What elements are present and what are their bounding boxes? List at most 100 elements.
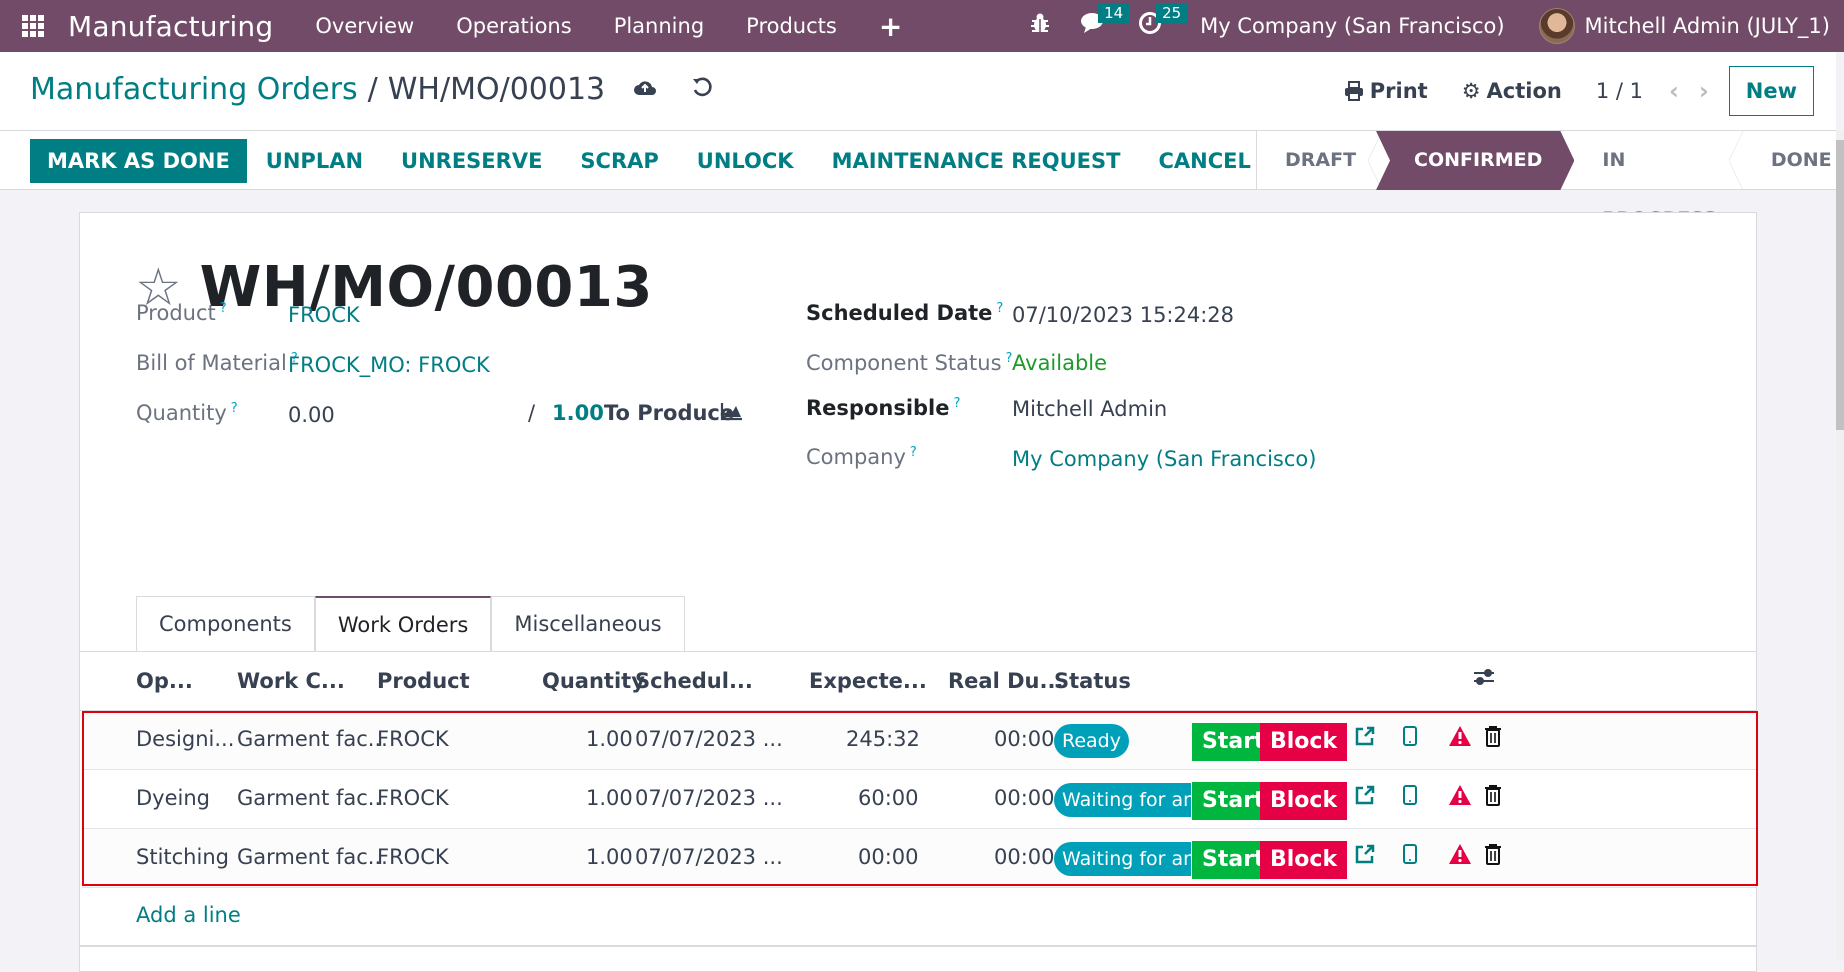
unplan-button[interactable]: UNPLAN <box>247 139 382 183</box>
cell-expected-duration[interactable]: 60:00 <box>858 786 919 810</box>
user-menu[interactable]: Mitchell Admin (JULY_1) <box>1585 14 1830 38</box>
scrap-button[interactable]: SCRAP <box>561 139 677 183</box>
cancel-button[interactable]: CANCEL <box>1139 139 1269 183</box>
help-icon[interactable]: ? <box>954 396 961 411</box>
company-switcher[interactable]: My Company (San Francisco) <box>1200 14 1504 38</box>
cell-product[interactable]: FROCK <box>377 845 449 869</box>
cell-real-duration[interactable]: 00:00 <box>994 727 1055 751</box>
add-a-line-link[interactable]: Add a line <box>136 903 241 927</box>
help-icon[interactable]: ? <box>996 301 1003 316</box>
help-icon[interactable]: ? <box>220 301 227 316</box>
help-icon[interactable]: ? <box>910 445 917 460</box>
scrollbar-thumb[interactable] <box>1836 140 1844 430</box>
help-icon[interactable]: ? <box>231 401 238 416</box>
tab-work-orders[interactable]: Work Orders <box>314 596 492 652</box>
optional-columns-toggle-icon[interactable] <box>1472 667 1496 692</box>
warning-alert-icon[interactable] <box>1448 725 1472 753</box>
cell-real-duration[interactable]: 00:00 <box>994 786 1055 810</box>
cell-work-center[interactable]: Garment fac... <box>237 786 388 810</box>
warning-alert-icon[interactable] <box>1448 843 1472 871</box>
block-button[interactable]: Block <box>1260 723 1348 761</box>
new-button[interactable]: New <box>1728 66 1814 116</box>
cell-expected-duration[interactable]: 245:32 <box>846 727 920 751</box>
column-work-center[interactable]: Work C... <box>237 669 345 693</box>
warning-alert-icon[interactable] <box>1448 784 1472 812</box>
menu-operations[interactable]: Operations <box>456 14 571 38</box>
mark-as-done-button[interactable]: MARK AS DONE <box>30 139 247 183</box>
cell-quantity[interactable]: 1.00 <box>586 845 633 869</box>
company-field[interactable]: My Company (San Francisco) <box>1012 447 1316 471</box>
breadcrumb-parent[interactable]: Manufacturing Orders <box>30 72 358 107</box>
print-button[interactable]: Print <box>1344 79 1428 103</box>
tab-miscellaneous[interactable]: Miscellaneous <box>491 596 685 652</box>
cell-quantity[interactable]: 1.00 <box>586 786 633 810</box>
cell-operation[interactable]: Designi... <box>136 727 234 751</box>
table-row[interactable]: Designi... Garment fac... FROCK 1.00 07/… <box>82 711 1756 770</box>
cell-quantity[interactable]: 1.00 <box>586 727 633 751</box>
column-product[interactable]: Product <box>377 669 470 693</box>
cell-expected-duration[interactable]: 00:00 <box>858 845 919 869</box>
discard-undo-icon[interactable] <box>691 76 713 104</box>
activities-clock-icon[interactable]: 25 <box>1138 3 1188 41</box>
production-chart-icon[interactable] <box>720 401 744 426</box>
block-button[interactable]: Block <box>1260 841 1348 879</box>
cell-scheduled[interactable]: 07/07/2023 ... <box>635 727 783 751</box>
column-status[interactable]: Status <box>1054 669 1131 693</box>
cell-product[interactable]: FROCK <box>377 786 449 810</box>
messages-icon[interactable]: 14 <box>1080 3 1130 41</box>
cell-operation[interactable]: Stitching <box>136 845 229 869</box>
page-scrollbar[interactable] <box>1836 130 1844 960</box>
apps-menu-icon[interactable] <box>22 14 50 38</box>
column-operation[interactable]: Op... <box>136 669 193 693</box>
scheduled-date-field[interactable]: 07/10/2023 15:24:28 <box>1012 303 1234 327</box>
tablet-view-icon[interactable] <box>1402 725 1418 753</box>
tablet-view-icon[interactable] <box>1402 843 1418 871</box>
column-scheduled[interactable]: Schedul... <box>635 669 753 693</box>
pager-next-icon[interactable]: › <box>1699 77 1709 105</box>
menu-overview[interactable]: Overview <box>315 14 414 38</box>
menu-products[interactable]: Products <box>746 14 837 38</box>
plus-icon[interactable]: + <box>879 10 902 43</box>
tablet-view-icon[interactable] <box>1402 784 1418 812</box>
delete-trash-icon[interactable] <box>1484 843 1502 871</box>
menu-planning[interactable]: Planning <box>614 14 704 38</box>
action-button[interactable]: ⚙ Action <box>1462 79 1562 103</box>
delete-trash-icon[interactable] <box>1484 725 1502 753</box>
save-cloud-icon[interactable] <box>633 77 657 103</box>
cell-scheduled[interactable]: 07/07/2023 ... <box>635 786 783 810</box>
cell-operation[interactable]: Dyeing <box>136 786 210 810</box>
cell-real-duration[interactable]: 00:00 <box>994 845 1055 869</box>
bill-of-material-field[interactable]: FROCK_MO: FROCK <box>288 353 490 377</box>
stage-done[interactable]: DONE <box>1743 131 1844 190</box>
cell-scheduled[interactable]: 07/07/2023 ... <box>635 845 783 869</box>
table-row[interactable]: Stitching Garment fac... FROCK 1.00 07/0… <box>82 829 1756 888</box>
stage-draft[interactable]: DRAFT <box>1257 131 1383 190</box>
quantity-produced-field[interactable]: 0.00 <box>288 403 335 427</box>
app-name[interactable]: Manufacturing <box>68 10 273 43</box>
open-external-icon[interactable] <box>1354 725 1376 753</box>
maintenance-request-button[interactable]: MAINTENANCE REQUEST <box>813 139 1140 183</box>
table-row[interactable]: Dyeing Garment fac... FROCK 1.00 07/07/2… <box>82 770 1756 829</box>
cell-product[interactable]: FROCK <box>377 727 449 751</box>
delete-trash-icon[interactable] <box>1484 784 1502 812</box>
quantity-to-produce-field[interactable]: 1.00 <box>552 401 604 425</box>
product-field[interactable]: FROCK <box>288 303 360 327</box>
unreserve-button[interactable]: UNRESERVE <box>382 139 561 183</box>
column-expected-duration[interactable]: Expecte... <box>809 669 927 693</box>
open-external-icon[interactable] <box>1354 784 1376 812</box>
column-real-duration[interactable]: Real Du... <box>948 669 1063 693</box>
pager-value[interactable]: 1 / 1 <box>1596 79 1643 103</box>
cell-work-center[interactable]: Garment fac... <box>237 845 388 869</box>
open-external-icon[interactable] <box>1354 843 1376 871</box>
user-avatar[interactable] <box>1538 8 1575 44</box>
responsible-field[interactable]: Mitchell Admin <box>1012 397 1167 421</box>
debug-bug-icon[interactable] <box>1030 12 1050 40</box>
cell-work-center[interactable]: Garment fac... <box>237 727 388 751</box>
column-quantity[interactable]: Quantity <box>542 669 645 693</box>
pager-previous-icon[interactable]: ‹ <box>1669 77 1679 105</box>
stage-confirmed[interactable]: CONFIRMED <box>1376 131 1574 190</box>
unlock-button[interactable]: UNLOCK <box>678 139 813 183</box>
block-button[interactable]: Block <box>1260 782 1348 820</box>
stage-in-progress[interactable]: IN PROGRESS <box>1574 131 1744 230</box>
tab-components[interactable]: Components <box>136 596 315 652</box>
